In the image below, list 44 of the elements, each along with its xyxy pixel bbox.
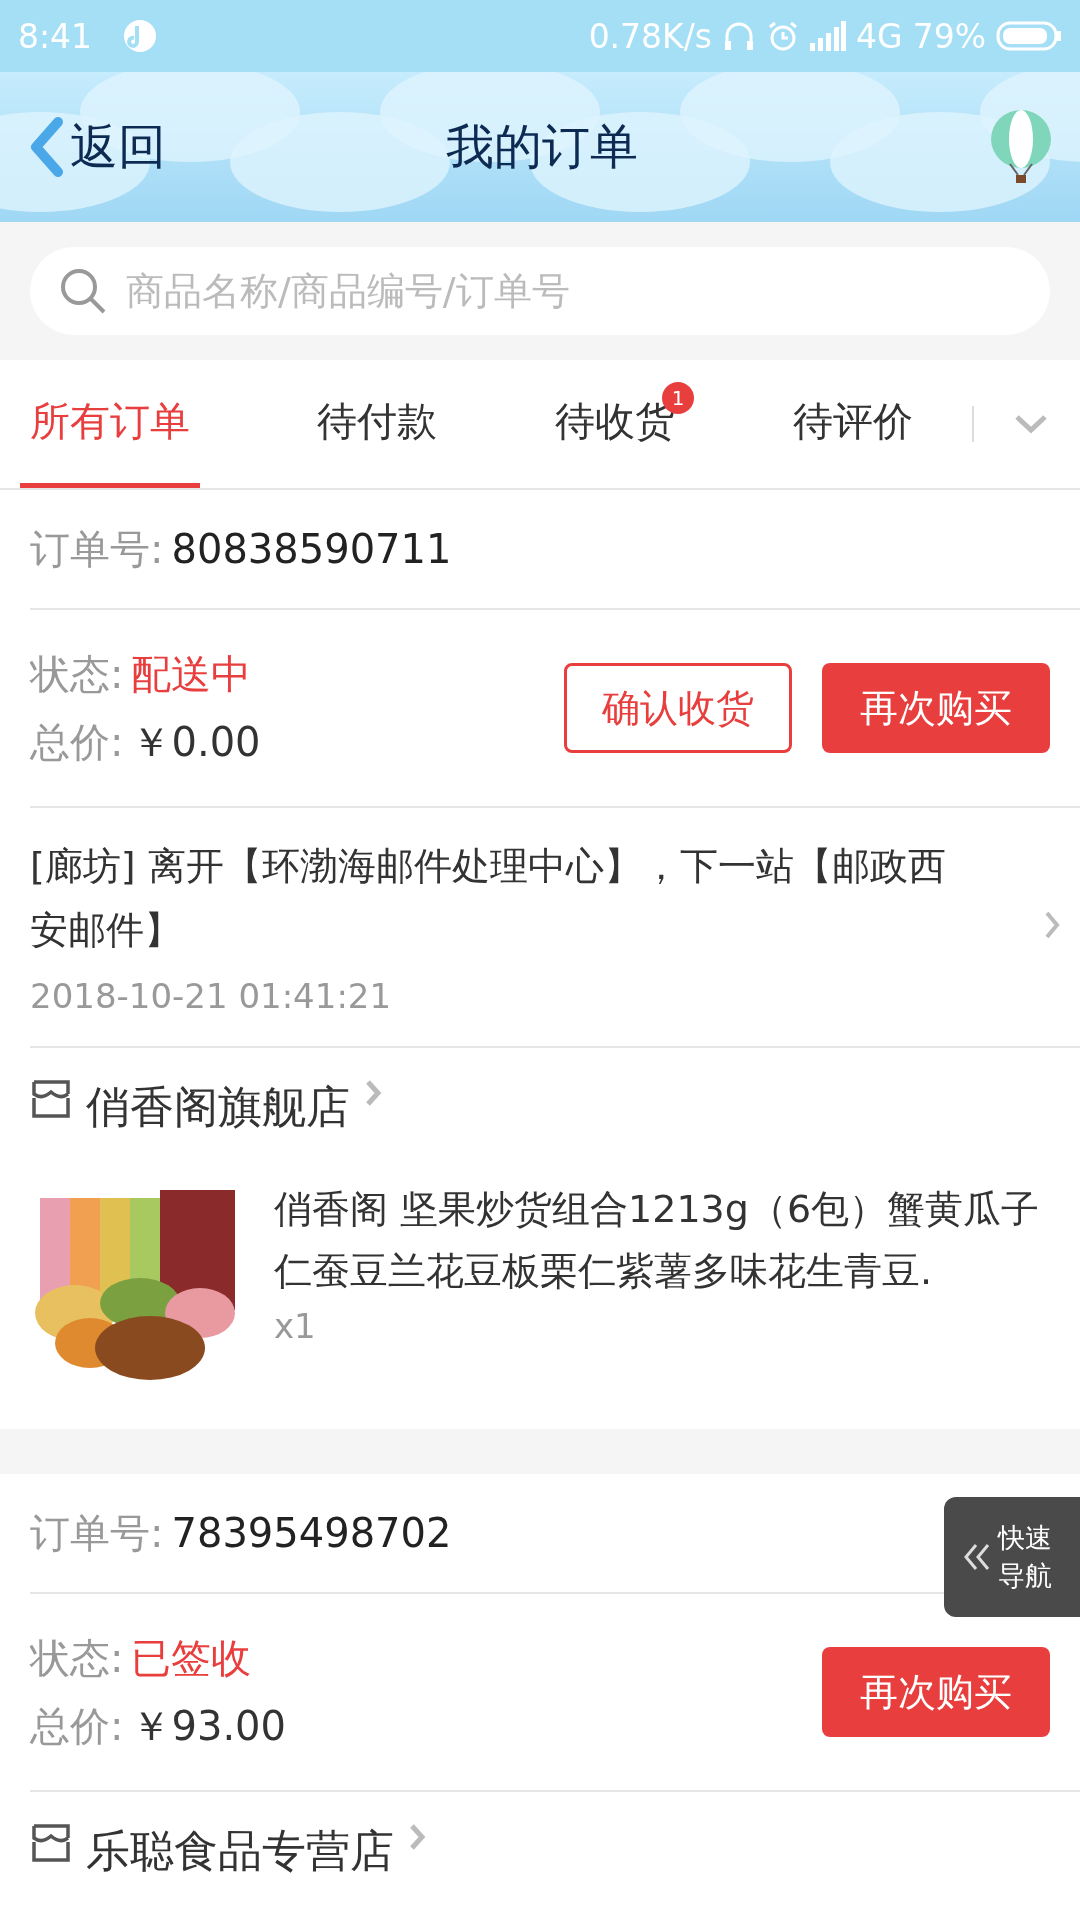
clock: 8:41 <box>18 16 93 56</box>
store-icon <box>30 1822 72 1864</box>
order-tab[interactable]: 待评价 <box>734 360 972 488</box>
total-label: 总价: <box>30 1703 124 1749</box>
buy-again-button[interactable]: 再次购买 <box>822 663 1050 753</box>
signal-icon <box>810 21 847 51</box>
store-name[interactable]: 乐聪食品专营店 <box>86 1822 394 1881</box>
network-speed: 0.78K/s <box>588 16 713 56</box>
double-chevron-left-icon <box>962 1542 992 1572</box>
order-status: 配送中 <box>131 651 252 697</box>
total-price: ￥0.00 <box>131 719 261 765</box>
store-name[interactable]: 俏香阁旗舰店 <box>86 1078 350 1137</box>
order-status: 已签收 <box>131 1635 252 1681</box>
tracking-message: [廊坊] 离开【环渤海邮件处理中心】，下一站【邮政西安邮件】 <box>30 843 947 954</box>
product-title[interactable]: 俏香阁 坚果炒货组合1213g（6包）蟹黄瓜子仁蚕豆兰花豆板栗仁紫薯多味花生青豆. <box>274 1178 1060 1302</box>
page-title: 我的订单 <box>445 117 639 176</box>
order-number-label: 订单号: <box>30 524 164 574</box>
hot-air-balloon-icon[interactable] <box>988 109 1054 185</box>
back-button[interactable]: 返回 <box>26 115 206 179</box>
chevron-right-icon <box>408 1822 426 1852</box>
status-label: 状态: <box>30 1635 124 1681</box>
tracking-time: 2018-10-21 01:41:21 <box>30 976 393 1016</box>
store-icon <box>30 1078 72 1120</box>
tracking-row[interactable]: [廊坊] 离开【环渤海邮件处理中心】，下一站【邮政西安邮件】 2018-10-21 01:41:21 <box>30 808 1080 1048</box>
order-number: 80838590711 <box>171 526 452 572</box>
order-number-label: 订单号: <box>30 1508 164 1558</box>
order-tab[interactable]: 所有订单 <box>20 360 200 488</box>
total-price: ￥93.00 <box>131 1703 286 1749</box>
total-label: 总价: <box>30 719 124 765</box>
app-notification-icon <box>122 18 159 54</box>
network-type: 4G <box>856 16 903 56</box>
order-tab[interactable]: 待付款 <box>258 360 496 488</box>
status-label: 状态: <box>30 651 124 697</box>
quick-nav-button[interactable]: 快速导航 <box>944 1497 1080 1617</box>
chevron-right-icon <box>364 1078 382 1108</box>
buy-again-button[interactable]: 再次购买 <box>822 1647 1050 1737</box>
battery-level: 79% <box>912 16 986 56</box>
battery-icon <box>996 21 1062 51</box>
search-icon <box>58 266 108 316</box>
quantity: x1 <box>274 1306 317 1346</box>
search-bar[interactable]: 商品名称/商品编号/订单号 <box>30 247 1050 335</box>
chevron-right-icon <box>1044 910 1060 940</box>
confirm-receipt-button[interactable]: 确认收货 <box>564 663 792 753</box>
order-number: 78395498702 <box>171 1510 452 1556</box>
